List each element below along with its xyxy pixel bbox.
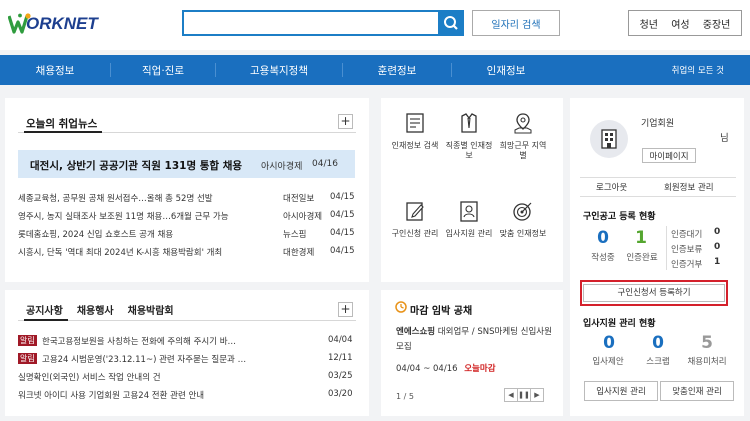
news-item[interactable]: 영주시, 농지 실태조사 보조원 11명 채용…6개월 근무 가능 아시아경제 …	[18, 210, 355, 222]
id-card-icon	[460, 201, 478, 222]
quick-talent-by-region[interactable]: 희망근무 지역별	[498, 112, 548, 172]
tab-notice[interactable]: 공지사항	[26, 302, 63, 317]
quick-talent-by-job[interactable]: 직종별 인재정보	[444, 112, 494, 172]
member-info-link[interactable]: 회원정보 관리	[664, 181, 714, 193]
hold-count[interactable]: 0	[714, 242, 720, 252]
notice-item[interactable]: 실명확인(외국인) 서비스 작업 안내의 건 03/25	[18, 371, 355, 383]
member-divider	[580, 177, 736, 178]
user-type-middle[interactable]: 중장년	[703, 16, 731, 31]
header: ORKNET 일자리 검색 청년 여성 중장년	[0, 0, 750, 50]
search-button[interactable]	[438, 10, 464, 36]
offer-label: 입사제안	[592, 357, 624, 367]
user-type-women[interactable]: 여성	[671, 16, 689, 31]
map-pin-icon	[514, 113, 532, 134]
next-button[interactable]: ▶	[530, 388, 544, 402]
tab-job-fair[interactable]: 채용박람회	[128, 302, 174, 317]
notice-tabs: 공지사항 채용행사 채용박람회	[26, 302, 174, 317]
deadline-posting[interactable]: 엔에스쇼핑 대외업무 / SNS마케팅 신입사원 모집	[396, 325, 556, 355]
member-suffix: 님	[720, 133, 729, 144]
approved-count[interactable]: 1	[630, 228, 652, 248]
quick-talent-search[interactable]: 인재정보 검색	[390, 112, 440, 172]
register-job-posting-button[interactable]: 구인신청서 등록하기	[580, 280, 728, 306]
job-status-title: 구인공고 등록 현황	[583, 212, 656, 222]
target-icon	[513, 202, 532, 221]
scrap-label: 스크랩	[646, 357, 670, 367]
logout-link[interactable]: 로그아웃	[596, 181, 627, 193]
deadline-company: 엔에스쇼핑	[396, 327, 436, 337]
apply-status-title: 입사지원 관리 현황	[583, 319, 656, 329]
alert-badge: 알림	[18, 353, 37, 364]
posted-count[interactable]: 0	[592, 228, 614, 248]
alert-badge: 알림	[18, 335, 37, 346]
nav-training[interactable]: 훈련정보	[343, 55, 451, 85]
notice-tab-underline	[24, 319, 68, 321]
news-item[interactable]: 롯데홈쇼핑, 2024 신입 쇼호스트 공개 채용 뉴스핌 04/15	[18, 228, 355, 240]
mypage-button[interactable]: 마이페이지	[642, 148, 696, 163]
clock-icon	[395, 301, 407, 313]
matched-talent-manage-button[interactable]: 맞춤인재 관리	[660, 381, 734, 401]
offer-count[interactable]: 0	[598, 333, 620, 353]
scrap-count[interactable]: 0	[647, 333, 669, 353]
headline-source: 아시아경제	[261, 162, 303, 172]
nav-talent[interactable]: 인재정보	[452, 55, 560, 85]
logo-text: ORKNET	[26, 14, 98, 33]
user-type-selector: 청년 여성 중장년	[628, 10, 742, 36]
news-more-button[interactable]: +	[338, 114, 353, 129]
tab-recruit-event[interactable]: 채용행사	[77, 302, 114, 317]
quick-job-posting-manage[interactable]: 구인신청 관리	[390, 200, 440, 260]
nav-recruit[interactable]: 채용정보	[0, 55, 110, 85]
suit-icon	[461, 113, 477, 133]
notice-item[interactable]: 워크넷 아이디 사용 기업회원 고용24 전환 관련 안내 03/20	[18, 389, 355, 401]
application-manage-button[interactable]: 입사지원 관리	[584, 381, 658, 401]
notice-item[interactable]: 알림 한국고용정보원을 사칭하는 전화에 주의해 주시기 바… 04/04	[18, 335, 355, 347]
worknet-logo[interactable]: ORKNET	[8, 12, 108, 38]
deadline-date: 04/04 ~ 04/16 오늘마감	[396, 364, 496, 374]
stat-divider	[666, 226, 667, 270]
job-search-button[interactable]: 일자리 검색	[472, 10, 560, 36]
approved-label: 인증완료	[626, 253, 658, 263]
news-item[interactable]: 세종교육청, 공무원 공채 원서접수…올해 총 52명 선발 대전일보 04/1…	[18, 192, 355, 204]
nav-all-about-jobs[interactable]: 취업의 모든 것	[672, 55, 724, 85]
news-headline[interactable]: 대전시, 상반기 공공기관 직원 131명 통합 채용 아시아경제 04/16	[18, 150, 355, 178]
member-divider	[580, 196, 736, 197]
notice-more-button[interactable]: +	[338, 302, 353, 317]
news-tab-underline	[24, 131, 102, 133]
news-title: 오늘의 취업뉴스	[26, 118, 98, 130]
headline-date: 04/16	[312, 159, 338, 169]
unprocessed-label: 채용미처리	[687, 357, 727, 367]
edit-form-icon	[406, 202, 424, 221]
posted-label: 작성중	[591, 253, 615, 263]
user-type-youth[interactable]: 청년	[640, 16, 658, 31]
deadline-status: 오늘마감	[464, 364, 496, 374]
deadline-pager: 1 / 5	[396, 392, 414, 401]
news-item[interactable]: 시흥시, 단독 '역대 최대 2024년 K-시흥 채용박람회' 개최 대한경제…	[18, 246, 355, 258]
notice-item[interactable]: 알림 고용24 시범운영('23.12.11~) 관련 자주묻는 질문과 … 1…	[18, 353, 355, 365]
pending-count[interactable]: 0	[714, 227, 720, 237]
headline-title: 대전시, 상반기 공공기관 직원 131명 통합 채용	[30, 160, 243, 172]
main-nav: 채용정보 직업·진로 고용복지정책 훈련정보 인재정보 취업의 모든 것	[0, 55, 750, 85]
member-type: 기업회원	[641, 119, 675, 129]
prev-button[interactable]: ◀	[504, 388, 518, 402]
document-icon	[406, 113, 424, 133]
search-icon	[444, 16, 458, 30]
search-input[interactable]	[182, 10, 438, 36]
rejected-count[interactable]: 1	[714, 257, 720, 267]
nav-welfare[interactable]: 고용복지정책	[216, 55, 342, 85]
unprocessed-count[interactable]: 5	[696, 333, 718, 353]
quick-application-manage[interactable]: 입사지원 관리	[444, 200, 494, 260]
building-icon	[601, 129, 617, 149]
nav-career[interactable]: 직업·진로	[111, 55, 215, 85]
quick-matched-talent[interactable]: 맞춤 인재정보	[498, 200, 548, 260]
deadline-title: 마감 임박 공채	[410, 306, 473, 317]
company-avatar	[590, 120, 628, 158]
notice-divider	[18, 320, 356, 321]
pause-button[interactable]: ❚❚	[517, 388, 531, 402]
